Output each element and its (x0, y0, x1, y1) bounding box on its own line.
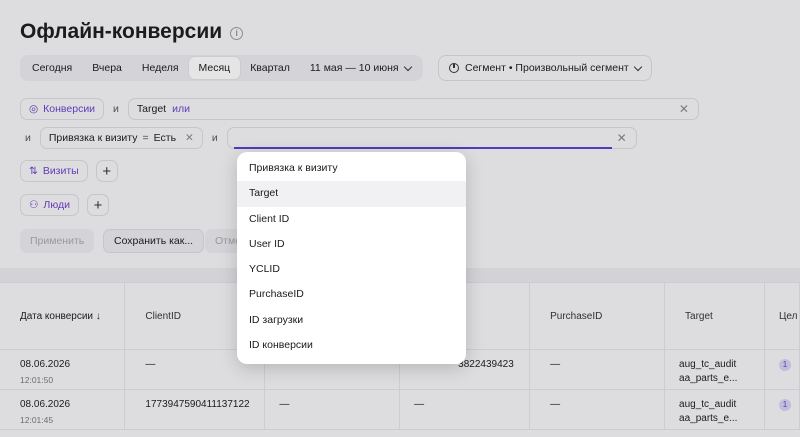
dropdown-item-target[interactable]: Target (237, 181, 466, 207)
dropdown-item-upload-id[interactable]: ID загрузки (237, 308, 466, 333)
dropdown-item-user-id[interactable]: User ID (237, 232, 466, 257)
dropdown-item-client-id[interactable]: Client ID (237, 207, 466, 232)
dropdown-item-conversion-id[interactable]: ID конверсии (237, 333, 466, 358)
dropdown-item-yclid[interactable]: YCLID (237, 257, 466, 282)
dropdown-item-purchaseid[interactable]: PurchaseID (237, 282, 466, 307)
dropdown-item-visit-binding[interactable]: Привязка к визиту (237, 156, 466, 181)
page: Офлайн-конверсии i Сегодня Вчера Неделя … (0, 0, 800, 437)
attribute-dropdown-menu: Привязка к визиту Target Client ID User … (237, 152, 466, 364)
